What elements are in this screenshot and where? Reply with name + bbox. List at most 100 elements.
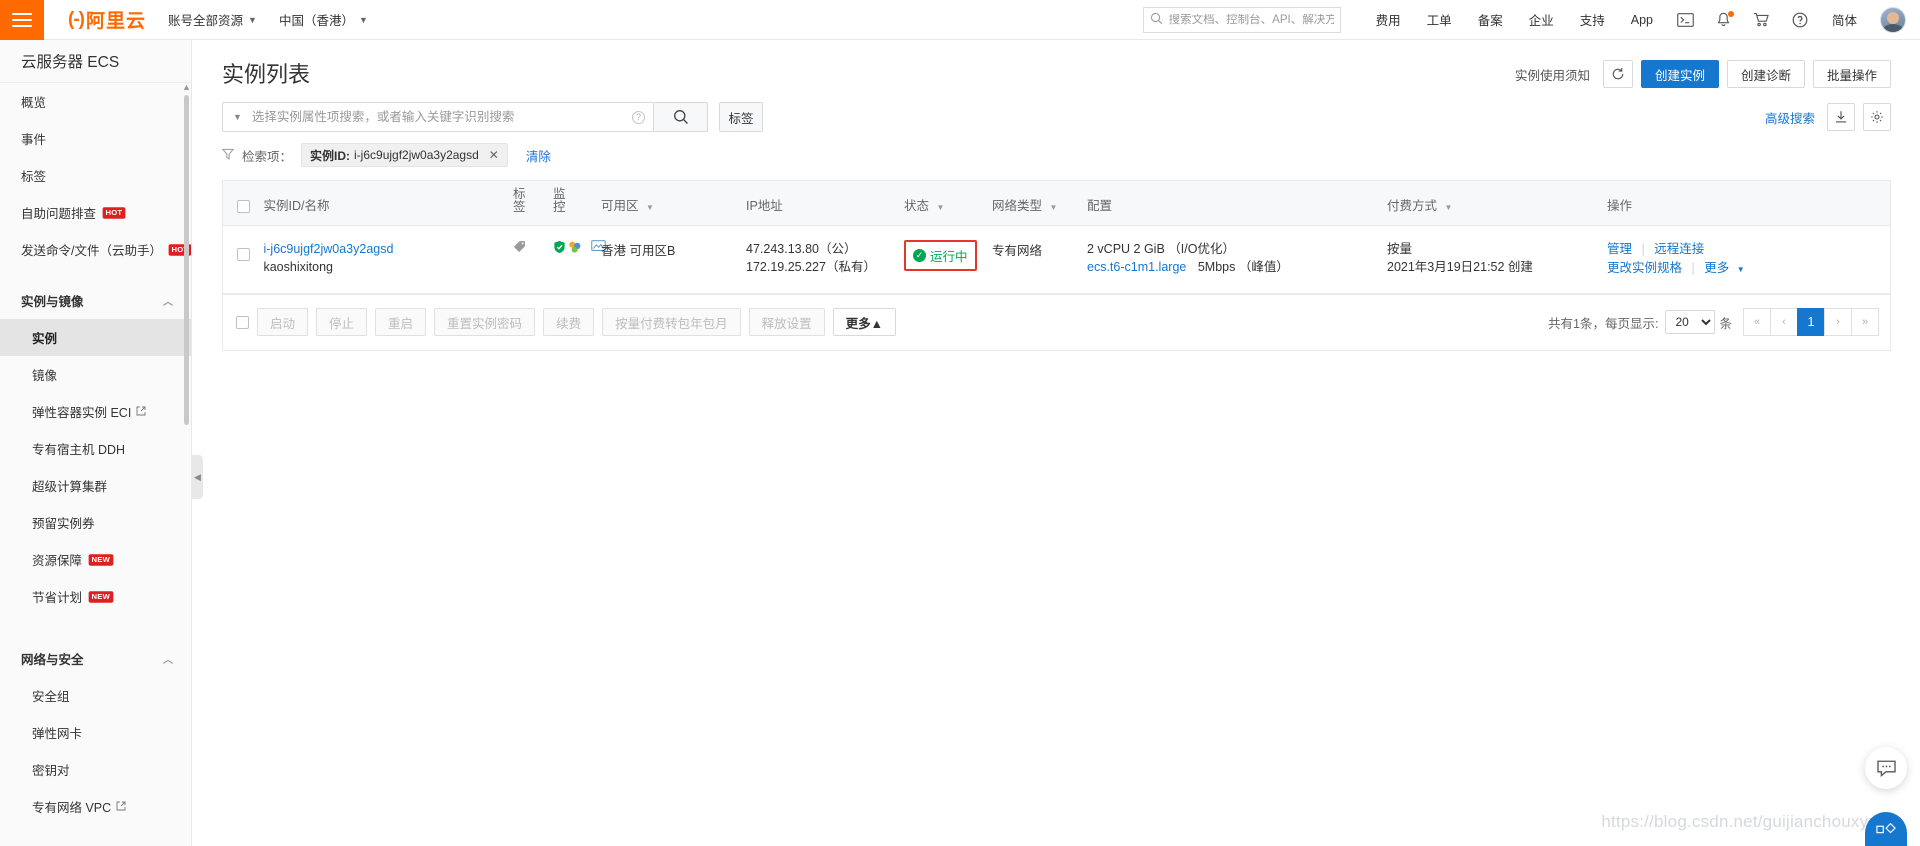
sidebar-item-instances[interactable]: 实例 <box>0 319 191 356</box>
bulk-more-button[interactable]: 更多▲ <box>832 308 896 336</box>
header-link-enterprise[interactable]: 企业 <box>1529 10 1554 29</box>
gear-icon[interactable] <box>1863 103 1891 131</box>
avatar[interactable] <box>1880 6 1906 33</box>
sidebar-scrollbar[interactable] <box>184 95 189 425</box>
pagination-page-1-button[interactable]: 1 <box>1797 308 1825 336</box>
header-link-icp[interactable]: 备案 <box>1478 10 1503 29</box>
created-time: 2021年3月19日21:52 创建 <box>1387 259 1533 274</box>
sidebar-item-overview[interactable]: 概览 <box>0 83 191 120</box>
instance-search-box[interactable]: ▼ ? <box>222 102 654 132</box>
col-label: 可用区 <box>601 198 639 213</box>
sidebar-group-instances-images[interactable]: 实例与镜像 ︿ <box>0 282 191 319</box>
sidebar-scroll-up-arrow[interactable]: ▲ <box>182 83 191 92</box>
criteria-chip[interactable]: 实例ID: i-j6c9ujgf2jw0a3y2agsd ✕ <box>301 143 508 167</box>
tag-icon[interactable] <box>513 240 526 256</box>
tag-filter-button[interactable]: 标签 <box>719 102 763 132</box>
new-badge: NEW <box>88 553 113 566</box>
close-icon[interactable]: ✕ <box>489 148 499 162</box>
col-network-type[interactable]: 网络类型 ▼ <box>992 181 1087 226</box>
sidebar-group-network-security[interactable]: 网络与安全 ︿ <box>0 640 191 677</box>
bulk-renew-button[interactable]: 续费 <box>543 308 595 336</box>
bulk-release-settings-button[interactable]: 释放设置 <box>748 308 825 336</box>
bulk-stop-button[interactable]: 停止 <box>316 308 368 336</box>
terminal-icon[interactable] <box>1677 12 1694 27</box>
refresh-button[interactable] <box>1602 60 1633 88</box>
account-scope-selector[interactable]: 账号全部资源 ▼ <box>168 10 257 29</box>
chevron-down-icon: ▼ <box>358 14 368 25</box>
bulk-start-button[interactable]: 启动 <box>257 308 309 336</box>
bulk-reset-password-button[interactable]: 重置实例密码 <box>434 308 536 336</box>
bulk-convert-to-subscription-button[interactable]: 按量付费转包年包月 <box>602 308 741 336</box>
create-diagnosis-button[interactable]: 创建诊断 <box>1726 60 1805 88</box>
action-manage-link[interactable]: 管理 <box>1607 242 1632 256</box>
region-selector[interactable]: 中国（香港） ▼ <box>279 10 368 29</box>
download-icon[interactable] <box>1827 103 1855 131</box>
sidebar-item-label: 专有宿主机 DDH <box>32 443 126 457</box>
header-link-fee[interactable]: 费用 <box>1376 10 1401 29</box>
pagination-last-button[interactable]: » <box>1851 308 1879 336</box>
sidebar-item-reserved-instance[interactable]: 预留实例券 <box>0 504 191 541</box>
aliyun-logo[interactable]: (-) 阿里云 <box>68 6 146 33</box>
config-instance-type-link[interactable]: ecs.t6-c1m1.large <box>1087 260 1186 274</box>
sidebar-item-label: 标签 <box>21 170 47 184</box>
help-circle-icon[interactable] <box>1792 12 1808 28</box>
instance-usage-notice-link[interactable]: 实例使用须知 <box>1515 65 1590 84</box>
cell-monitor <box>553 225 606 294</box>
sidebar-item-ddh[interactable]: 专有宿主机 DDH <box>0 430 191 467</box>
page-size-select[interactable]: 10 20 50 100 <box>1665 310 1716 334</box>
search-help-icon[interactable]: ? <box>632 110 645 124</box>
sidebar-item-send-command[interactable]: 发送命令/文件（云助手） HOT <box>0 231 191 268</box>
bulk-restart-button[interactable]: 重启 <box>375 308 427 336</box>
sidebar-item-images[interactable]: 镜像 <box>0 356 191 393</box>
bell-icon[interactable] <box>1716 10 1734 28</box>
sidebar-item-key-pair[interactable]: 密钥对 <box>0 751 191 788</box>
action-change-spec-link[interactable]: 更改实例规格 <box>1607 261 1682 275</box>
criteria-clear-link[interactable]: 清除 <box>526 146 551 165</box>
table-header-row: 实例ID/名称 标 签 监 控 可用区 ▼ IP地址 状态 ▼ 网络类型 ▼ 配… <box>223 181 1890 226</box>
create-instance-button[interactable]: 创建实例 <box>1640 60 1719 88</box>
instance-id-link[interactable]: i-j6c9ujgf2jw0a3y2agsd <box>263 240 393 258</box>
chat-bubble-icon[interactable] <box>1865 747 1907 789</box>
sidebar-item-resource-assurance[interactable]: 资源保障 NEW <box>0 541 191 578</box>
global-search-box[interactable] <box>1142 6 1341 33</box>
sidebar-item-eci[interactable]: 弹性容器实例 ECI <box>0 393 191 430</box>
cart-icon[interactable] <box>1753 12 1770 27</box>
header-link-support[interactable]: 支持 <box>1580 10 1605 29</box>
col-status[interactable]: 状态 ▼ <box>904 181 992 226</box>
action-more-link[interactable]: 更多 <box>1704 261 1729 275</box>
shield-monitor-icon[interactable] <box>553 240 566 257</box>
pagination-first-button[interactable]: « <box>1743 308 1771 336</box>
sidebar-item-scc[interactable]: 超级计算集群 <box>0 467 191 504</box>
sidebar-item-savings-plan[interactable]: 节省计划 NEW <box>0 578 191 615</box>
sidebar-item-events[interactable]: 事件 <box>0 120 191 157</box>
sidebar-item-vpc[interactable]: 专有网络 VPC <box>0 788 191 825</box>
sidebar-item-eni[interactable]: 弹性网卡 <box>0 714 191 751</box>
language-switcher[interactable]: 简体 <box>1832 10 1857 29</box>
hamburger-menu-icon[interactable] <box>0 0 44 40</box>
search-submit-button[interactable] <box>654 102 708 132</box>
sidebar-item-security-group[interactable]: 安全组 <box>0 677 191 714</box>
pagination-prev-button[interactable]: ‹ <box>1770 308 1798 336</box>
action-remote-connect-link[interactable]: 远程连接 <box>1654 242 1704 256</box>
sidebar-collapse-handle[interactable]: ◀ <box>192 455 203 499</box>
pagination-next-button[interactable]: › <box>1824 308 1852 336</box>
col-zone[interactable]: 可用区 ▼ <box>601 181 746 226</box>
select-all-checkbox[interactable] <box>237 199 250 213</box>
chevron-down-icon[interactable]: ▼ <box>233 112 242 122</box>
advanced-search-link[interactable]: 高级搜索 <box>1765 108 1815 127</box>
row-checkbox[interactable] <box>237 247 250 261</box>
instance-search-input[interactable] <box>251 110 632 124</box>
header-link-ticket[interactable]: 工单 <box>1427 10 1452 29</box>
footer-select-all-checkbox[interactable] <box>236 315 249 329</box>
cloud-monitor-icon[interactable] <box>568 240 582 257</box>
sidebar-item-label: 弹性网卡 <box>32 727 83 741</box>
header-link-app[interactable]: App <box>1631 13 1653 27</box>
col-pay-type[interactable]: 付费方式 ▼ <box>1387 181 1607 226</box>
sidebar-item-tags[interactable]: 标签 <box>0 157 191 194</box>
batch-operation-button[interactable]: 批量操作 <box>1812 60 1891 88</box>
feedback-fab-button[interactable] <box>1865 812 1907 846</box>
sidebar-item-label: 概览 <box>21 96 47 110</box>
global-search-input[interactable] <box>1168 13 1334 26</box>
sidebar-item-self-troubleshoot[interactable]: 自助问题排查 HOT <box>0 194 191 231</box>
sidebar-product-title: 云服务器 ECS <box>0 40 191 83</box>
